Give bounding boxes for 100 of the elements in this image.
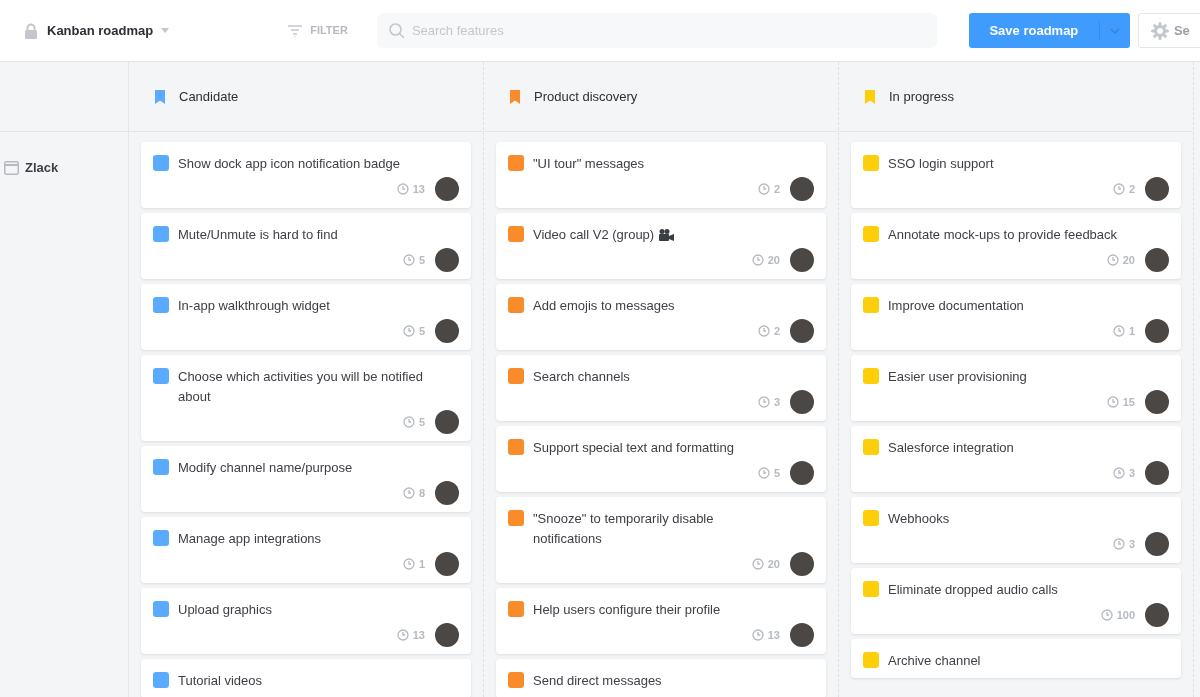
feature-title: "UI tour" messages xyxy=(533,155,645,173)
feature-title: Support special text and formatting xyxy=(533,439,734,457)
clock-icon xyxy=(1106,396,1119,408)
status-square-icon xyxy=(863,652,879,668)
status-square-icon xyxy=(508,672,524,688)
avatar xyxy=(790,623,814,647)
status-square-icon xyxy=(153,672,169,688)
feature-card[interactable]: Webhooks 3 xyxy=(851,497,1181,563)
feature-card[interactable]: Archive channel xyxy=(851,639,1181,678)
feature-title: Annotate mock-ups to provide feedback xyxy=(888,226,1118,244)
clock-icon xyxy=(1112,538,1125,550)
effort-count: 5 xyxy=(773,465,780,481)
feature-card[interactable]: Choose which activities you will be notified about 5 xyxy=(141,355,471,441)
chevron-down-icon xyxy=(1109,27,1120,34)
feature-card[interactable]: Annotate mock-ups to provide feedback 20 xyxy=(851,213,1181,279)
status-square-icon xyxy=(863,297,879,313)
clock-icon xyxy=(396,183,409,195)
column-title: In progress xyxy=(889,87,955,106)
status-square-icon xyxy=(153,601,169,617)
avatar xyxy=(790,552,814,576)
status-square-icon xyxy=(863,226,879,242)
feature-card[interactable]: Salesforce integration 3 xyxy=(851,426,1181,492)
avatar xyxy=(790,390,814,414)
feature-title: Add emojis to messages xyxy=(533,297,675,315)
feature-card[interactable]: Show dock app icon notification badge 13 xyxy=(141,142,471,208)
clock-icon xyxy=(751,558,764,570)
feature-card[interactable]: Manage app integrations 1 xyxy=(141,517,471,583)
clock-icon xyxy=(396,629,409,641)
feature-title: Modify channel name/purpose xyxy=(178,459,353,477)
feature-title: Tutorial videos xyxy=(178,672,263,690)
feature-title: Mute/Unmute is hard to find xyxy=(178,226,338,244)
feature-title: Eliminate dropped audio calls xyxy=(888,581,1058,599)
avatar xyxy=(435,623,459,647)
feature-card[interactable]: Send direct messages xyxy=(496,659,826,697)
feature-card[interactable]: Support special text and formatting 5 xyxy=(496,426,826,492)
window-icon xyxy=(4,160,19,175)
feature-card[interactable]: Search channels 3 xyxy=(496,355,826,421)
avatar xyxy=(435,248,459,272)
feature-card[interactable]: SSO login support 2 xyxy=(851,142,1181,208)
avatar xyxy=(790,319,814,343)
feature-title: Easier user provisioning xyxy=(888,368,1027,386)
feature-card[interactable]: Easier user provisioning 15 xyxy=(851,355,1181,421)
avatar xyxy=(1145,319,1169,343)
effort-count: 20 xyxy=(1122,252,1135,268)
status-square-icon xyxy=(153,155,169,171)
feature-title: "Snooze" to temporarily disable notifications xyxy=(533,510,715,548)
status-square-icon xyxy=(508,297,524,313)
clock-icon xyxy=(402,487,415,499)
swimlane-label: Zlack xyxy=(25,159,59,177)
status-square-icon xyxy=(508,510,524,526)
avatar xyxy=(1145,532,1169,556)
clock-icon xyxy=(402,416,415,428)
effort-count: 3 xyxy=(1128,536,1135,552)
effort-count: 2 xyxy=(773,323,780,339)
feature-card[interactable]: Tutorial videos xyxy=(141,659,471,697)
effort-count: 13 xyxy=(767,627,780,643)
clock-icon xyxy=(1112,325,1125,337)
feature-card[interactable]: Improve documentation 1 xyxy=(851,284,1181,350)
feature-card[interactable]: Modify channel name/purpose 8 xyxy=(141,446,471,512)
roadmap-title-dropdown[interactable]: Kanban roadmap xyxy=(47,20,170,41)
feature-card[interactable]: Add emojis to messages 2 xyxy=(496,284,826,350)
feature-card[interactable]: In-app walkthrough widget 5 xyxy=(141,284,471,350)
feature-card[interactable]: Help users configure their profile 13 xyxy=(496,588,826,654)
effort-count: 3 xyxy=(1128,465,1135,481)
column-title: Candidate xyxy=(179,87,239,106)
feature-card[interactable]: "Snooze" to temporarily disable notifications 20 xyxy=(496,497,826,583)
feature-title: SSO login support xyxy=(888,155,994,173)
status-square-icon xyxy=(863,581,879,597)
clock-icon xyxy=(402,558,415,570)
avatar xyxy=(435,552,459,576)
feature-title: In-app walkthrough widget xyxy=(178,297,330,315)
effort-count: 5 xyxy=(418,323,425,339)
feature-card[interactable]: Video call V2 (group) 20 xyxy=(496,213,826,279)
status-square-icon xyxy=(863,155,879,171)
filter-icon xyxy=(288,24,303,37)
feature-title: Archive channel xyxy=(888,652,981,670)
feature-title: Search channels xyxy=(533,368,630,386)
status-square-icon xyxy=(153,297,169,313)
clock-icon xyxy=(757,467,770,479)
feature-card[interactable]: Eliminate dropped audio calls 100 xyxy=(851,568,1181,634)
status-square-icon xyxy=(153,368,169,384)
clock-icon xyxy=(1112,467,1125,479)
feature-card[interactable]: Mute/Unmute is hard to find 5 xyxy=(141,213,471,279)
avatar xyxy=(435,177,459,201)
status-square-icon xyxy=(863,368,879,384)
status-square-icon xyxy=(508,226,524,242)
feature-card[interactable]: Upload graphics 13 xyxy=(141,588,471,654)
column-title: Product discovery xyxy=(534,87,638,106)
effort-count: 1 xyxy=(418,556,425,572)
effort-count: 13 xyxy=(412,627,425,643)
effort-count: 2 xyxy=(773,181,780,197)
feature-title: Upload graphics xyxy=(178,601,272,619)
effort-count: 2 xyxy=(1128,181,1135,197)
avatar xyxy=(1145,177,1169,201)
clock-icon xyxy=(1112,183,1125,195)
feature-title: Manage app integrations xyxy=(178,530,322,548)
clock-icon xyxy=(751,629,764,641)
avatar xyxy=(1145,461,1169,485)
feature-card[interactable]: "UI tour" messages 2 xyxy=(496,142,826,208)
status-square-icon xyxy=(508,439,524,455)
